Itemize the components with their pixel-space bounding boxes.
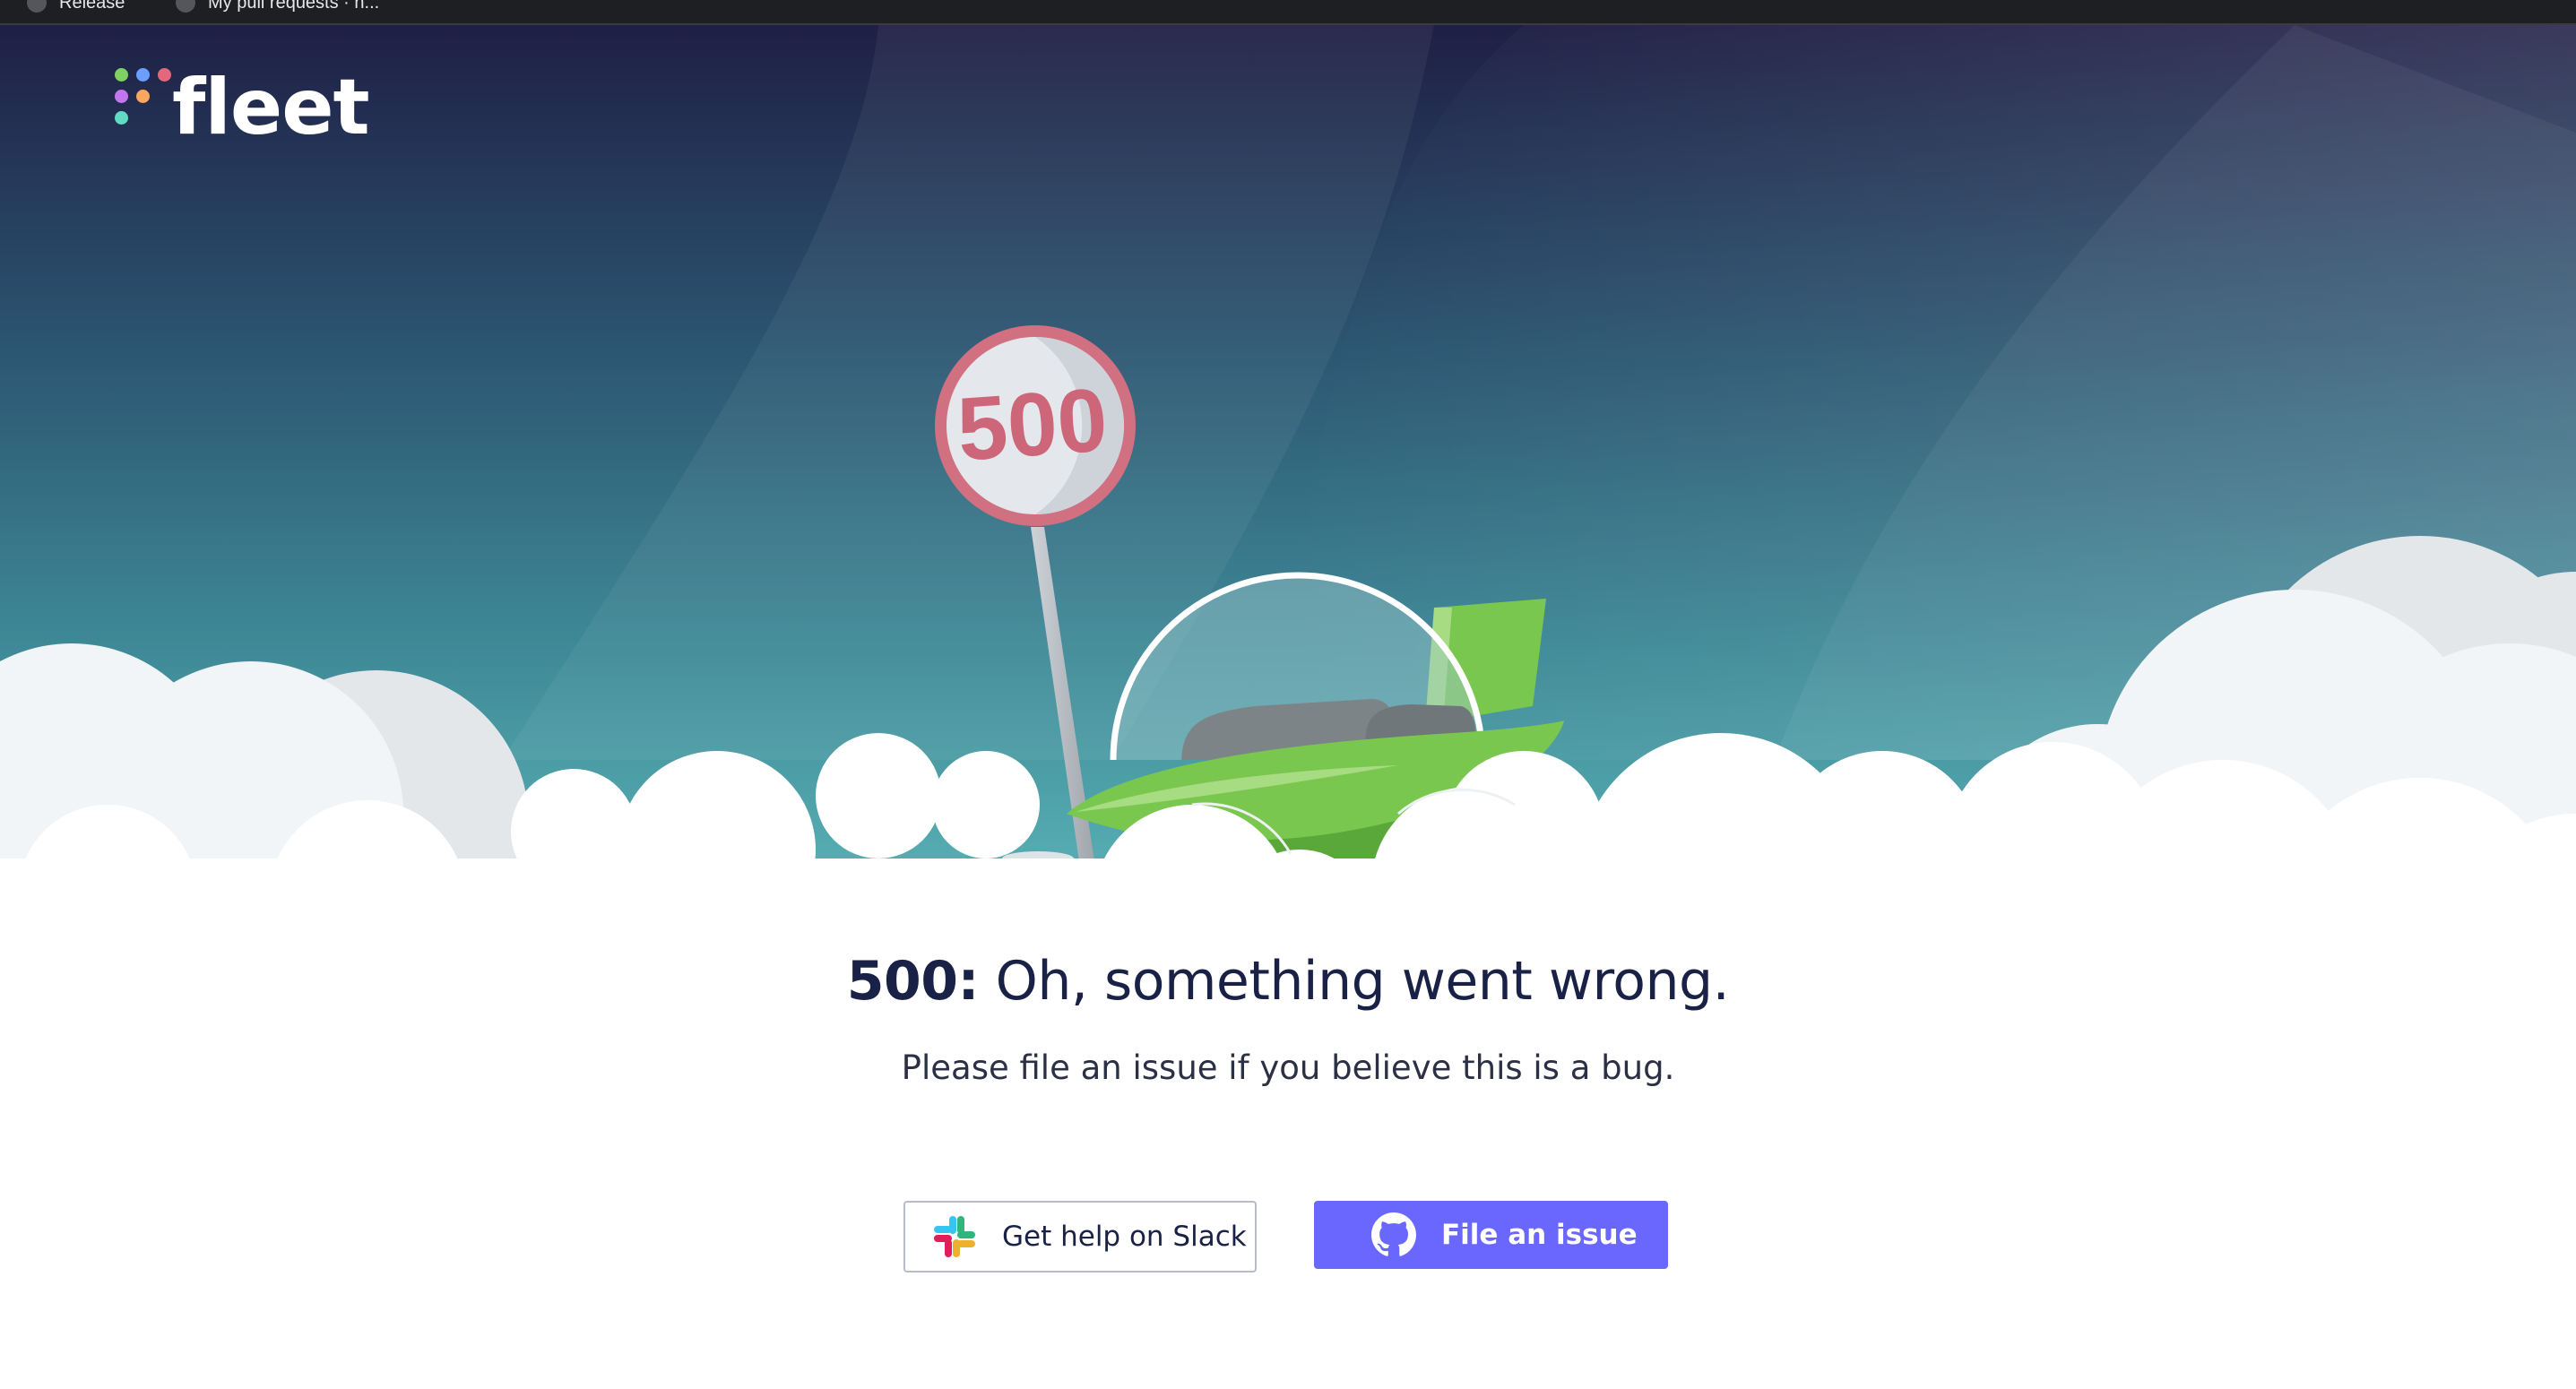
file-issue-button[interactable]: File an issue [1314, 1201, 1668, 1269]
logo-dot [115, 68, 128, 82]
logo-dot [115, 111, 128, 125]
speed-sign: 500 [935, 325, 1136, 526]
sign-number: 500 [955, 369, 1111, 479]
bookmark-release[interactable]: Release [27, 0, 125, 14]
logo-dot [158, 68, 171, 82]
hero-illustration: 500 [0, 25, 2576, 1389]
bookmark-my-pull-requests[interactable]: My pull requests · n... [176, 0, 379, 14]
github-icon [27, 0, 47, 13]
error-content: 500: Oh, something went wrong. Please fi… [0, 945, 2576, 1091]
bookmark-label: My pull requests · n... [208, 0, 380, 13]
logo-wordmark: fleet [172, 63, 370, 152]
error-subtext: Please file an issue if you believe this… [901, 1048, 1675, 1087]
logo-dot [136, 68, 150, 82]
bookmarks-bar: Release My pull requests · n... [0, 0, 2576, 25]
github-icon [1371, 1212, 1416, 1257]
error-code: 500: [846, 950, 980, 1013]
file-issue-label: File an issue [1441, 1219, 1638, 1251]
bookmark-label: Release [59, 0, 125, 13]
github-icon [176, 0, 195, 13]
fleet-logo[interactable]: fleet [115, 63, 370, 167]
slack-icon [932, 1214, 977, 1259]
error-message: Oh, something went wrong. [979, 950, 1730, 1013]
logo-dot [115, 90, 128, 103]
error-headline: 500: Oh, something went wrong. [0, 945, 2576, 1017]
slack-help-button[interactable]: Get help on Slack [903, 1201, 1257, 1273]
logo-dot [136, 90, 150, 103]
slack-help-label: Get help on Slack [1002, 1221, 1247, 1253]
